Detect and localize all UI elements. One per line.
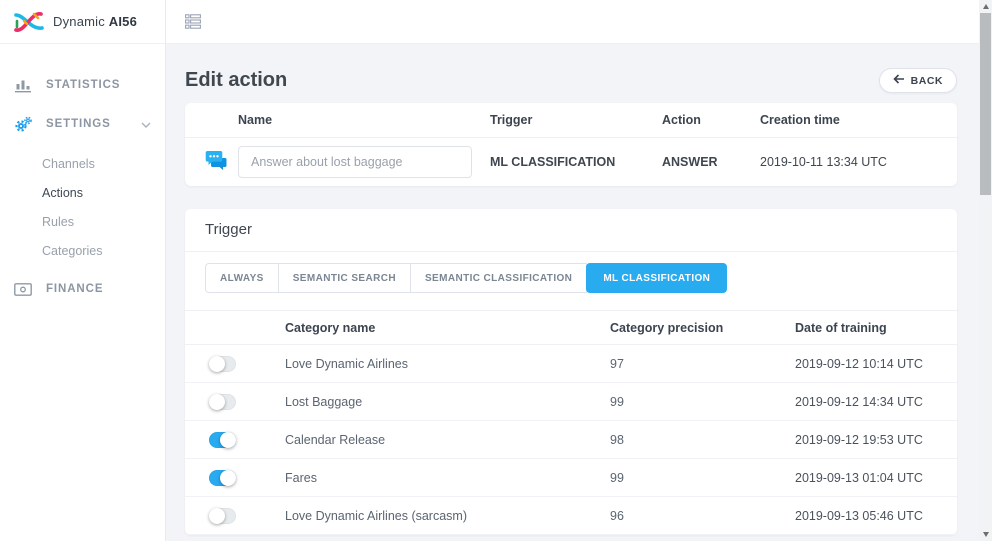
category-row: Fares 99 2019-09-13 01:04 UTC — [185, 459, 957, 497]
column-header-action: Action — [662, 113, 760, 127]
category-toggle[interactable] — [209, 508, 236, 524]
trigger-tab[interactable]: SEMANTIC CLASSIFICATION — [410, 263, 587, 293]
action-trigger-value: ML CLASSIFICATION — [490, 155, 662, 169]
sidebar-item-label: STATISTICS — [46, 79, 151, 91]
topbar — [166, 0, 979, 44]
sidebar-subitem[interactable]: Channels — [0, 150, 165, 179]
trigger-card-title: Trigger — [185, 209, 957, 252]
category-name: Love Dynamic Airlines (sarcasm) — [285, 509, 610, 523]
category-precision: 98 — [610, 433, 795, 447]
trigger-tab-group: ALWAYS SEMANTIC SEARCH SEMANTIC CLASSIFI… — [205, 263, 937, 293]
brand-logo: Dynamic AI56 — [0, 0, 165, 44]
scrollbar-down-arrow[interactable] — [979, 528, 992, 541]
category-training-date: 2019-09-12 14:34 UTC — [795, 395, 957, 409]
settings-submenu: Channels Actions Rules Categories — [0, 148, 165, 274]
chat-bubble-icon — [185, 150, 238, 175]
column-header-name: Name — [238, 113, 490, 127]
sidebar-item-label: SETTINGS — [46, 118, 127, 130]
category-row: Love Dynamic Airlines (sarcasm) 96 2019-… — [185, 497, 957, 535]
sidebar-nav: STATISTICS SETTINGS — [0, 44, 165, 304]
category-precision: 97 — [610, 357, 795, 371]
action-row: ML CLASSIFICATION ANSWER 2019-10-11 13:3… — [185, 138, 957, 186]
column-header-category-precision: Category precision — [610, 321, 795, 335]
category-row: Calendar Release 98 2019-09-12 19:53 UTC — [185, 421, 957, 459]
category-precision: 99 — [610, 395, 795, 409]
gears-icon — [14, 116, 32, 132]
sidebar-item-label: FINANCE — [46, 283, 151, 295]
category-table-body: Love Dynamic Airlines 97 2019-09-12 10:1… — [185, 345, 957, 535]
category-row: Love Dynamic Airlines 97 2019-09-12 10:1… — [185, 345, 957, 383]
banknote-icon — [14, 283, 32, 296]
back-arrow-icon — [893, 74, 905, 87]
scrollbar-thumb[interactable] — [980, 13, 991, 195]
sidebar-subitem[interactable]: Rules — [0, 208, 165, 237]
chevron-down-icon — [141, 115, 151, 133]
menu-list-icon[interactable] — [185, 14, 201, 29]
action-name-input[interactable] — [238, 146, 472, 178]
column-header-date-of-training: Date of training — [795, 321, 957, 335]
sidebar-subitem[interactable]: Categories — [0, 237, 165, 266]
app-window: Dynamic AI56 STATISTICS — [0, 0, 992, 541]
category-precision: 96 — [610, 509, 795, 523]
category-toggle[interactable] — [209, 356, 236, 372]
action-creation-time: 2019-10-11 13:34 UTC — [760, 155, 957, 169]
category-name: Calendar Release — [285, 433, 610, 447]
category-table-header: Category name Category precision Date of… — [185, 310, 957, 345]
sidebar-item-settings[interactable]: SETTINGS — [0, 109, 165, 139]
category-name: Fares — [285, 471, 610, 485]
category-training-date: 2019-09-13 01:04 UTC — [795, 471, 957, 485]
action-action-value: ANSWER — [662, 155, 760, 169]
category-precision: 99 — [610, 471, 795, 485]
category-toggle[interactable] — [209, 470, 236, 486]
column-header-creation-time: Creation time — [760, 113, 957, 127]
sidebar-subitem[interactable]: Actions — [0, 179, 165, 208]
dna-logo-icon — [12, 8, 46, 36]
category-toggle[interactable] — [209, 432, 236, 448]
action-table-header: Name Trigger Action Creation time — [185, 103, 957, 138]
column-header-trigger: Trigger — [490, 113, 662, 127]
scrollbar-up-arrow[interactable] — [979, 0, 992, 13]
column-header-category-name: Category name — [285, 321, 610, 335]
page-title: Edit action — [185, 69, 287, 92]
main-area: Edit action BACK Name Trigger Action Cre… — [166, 0, 979, 541]
category-name: Lost Baggage — [285, 395, 610, 409]
vertical-scrollbar[interactable] — [979, 0, 992, 541]
trigger-tab[interactable]: SEMANTIC SEARCH — [278, 263, 411, 293]
sidebar: Dynamic AI56 STATISTICS — [0, 0, 166, 541]
trigger-card: Trigger ALWAYS SEMANTIC SEARCH SEMANTIC … — [185, 209, 957, 535]
brand-name: Dynamic AI56 — [53, 14, 137, 29]
action-summary-card: Name Trigger Action Creation time — [185, 103, 957, 186]
trigger-tab[interactable]: ALWAYS — [205, 263, 279, 293]
category-training-date: 2019-09-12 10:14 UTC — [795, 357, 957, 371]
category-row: Lost Baggage 99 2019-09-12 14:34 UTC — [185, 383, 957, 421]
sidebar-item-finance[interactable]: FINANCE — [0, 274, 165, 304]
category-name: Love Dynamic Airlines — [285, 357, 610, 371]
back-button[interactable]: BACK — [879, 68, 957, 93]
category-training-date: 2019-09-12 19:53 UTC — [795, 433, 957, 447]
category-toggle[interactable] — [209, 394, 236, 410]
sidebar-item-statistics[interactable]: STATISTICS — [0, 70, 165, 100]
page-content: Edit action BACK Name Trigger Action Cre… — [166, 44, 979, 541]
bar-chart-icon — [14, 78, 32, 93]
category-training-date: 2019-09-13 05:46 UTC — [795, 509, 957, 523]
trigger-tab[interactable]: ML CLASSIFICATION — [586, 263, 727, 293]
